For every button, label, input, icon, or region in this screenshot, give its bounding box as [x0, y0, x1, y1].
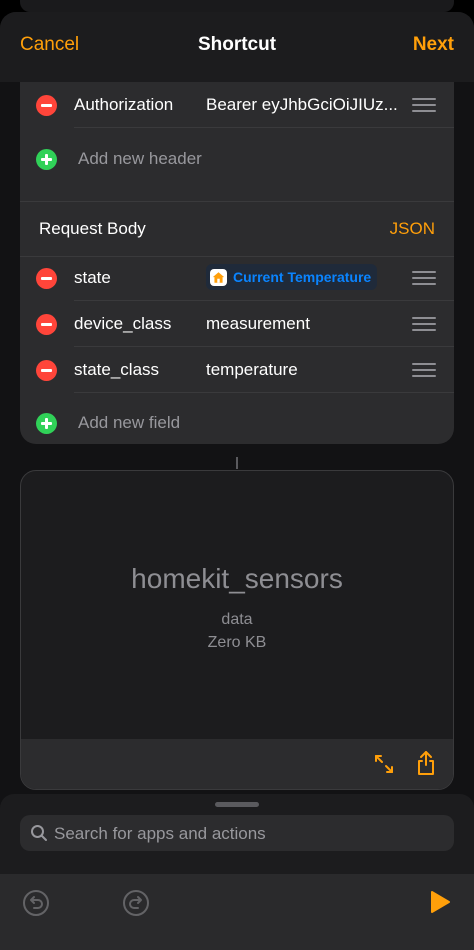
request-body-type-selector[interactable]: JSON — [390, 219, 435, 239]
output-file-type: data — [221, 611, 253, 628]
action-search-panel: Search for apps and actions — [0, 794, 474, 950]
share-icon[interactable] — [415, 750, 437, 781]
drag-handle-icon[interactable] — [412, 98, 436, 112]
drag-handle-icon[interactable] — [412, 363, 436, 377]
next-button[interactable]: Next — [413, 34, 454, 56]
output-preview-card[interactable]: homekit_sensors data Zero KB — [20, 470, 454, 790]
field-value[interactable]: temperature — [206, 360, 298, 380]
search-placeholder: Search for apps and actions — [54, 824, 266, 843]
page-title: Shortcut — [197, 34, 277, 55]
play-icon[interactable] — [428, 889, 452, 920]
remove-field-button[interactable] — [36, 268, 57, 289]
background-sheet-edge — [20, 0, 454, 12]
remove-field-button[interactable] — [36, 360, 57, 381]
field-key[interactable]: state — [74, 268, 111, 288]
output-file-name: homekit_sensors — [131, 563, 343, 594]
body-field-row-state-class: state_class temperature — [20, 347, 454, 393]
variable-token[interactable]: Current Temperature — [206, 264, 378, 290]
get-contents-of-url-action-card: Authorization Bearer eyJhbGciOiJIUz... A… — [20, 82, 454, 444]
sheet-grabber[interactable] — [215, 802, 259, 807]
field-value[interactable]: measurement — [206, 314, 310, 334]
remove-field-button[interactable] — [36, 314, 57, 335]
home-icon — [210, 268, 227, 286]
undo-icon[interactable] — [22, 889, 50, 922]
redo-icon[interactable] — [122, 889, 150, 922]
header-row-authorization: Authorization Bearer eyJhbGciOiJIUz... — [20, 82, 454, 128]
add-field-button[interactable] — [36, 413, 57, 434]
body-field-row-device-class: device_class measurement — [20, 301, 454, 347]
add-new-header-label[interactable]: Add new header — [78, 149, 202, 169]
request-body-section: Request Body JSON — [20, 201, 454, 257]
add-new-header-row[interactable]: Add new header — [20, 136, 454, 182]
drag-handle-icon[interactable] — [412, 317, 436, 331]
field-key[interactable]: state_class — [74, 360, 159, 380]
add-new-field-row[interactable]: Add new field — [20, 400, 454, 444]
add-header-button[interactable] — [36, 149, 57, 170]
drag-handle-icon[interactable] — [412, 271, 436, 285]
request-body-label: Request Body — [39, 219, 146, 238]
header-value-field[interactable]: Bearer eyJhbGciOiJIUz... — [206, 95, 398, 115]
search-input[interactable]: Search for apps and actions — [20, 815, 454, 851]
editor-toolbar — [0, 874, 474, 950]
shortcut-editor-sheet: Cancel Shortcut Next Authorization Beare… — [0, 12, 474, 950]
remove-header-button[interactable] — [36, 95, 57, 116]
navigation-bar: Cancel Shortcut Next — [0, 12, 474, 82]
body-field-row-state: state Current Temperature — [20, 255, 454, 301]
field-key[interactable]: device_class — [74, 314, 171, 334]
expand-arrows-icon[interactable] — [373, 753, 395, 780]
header-key-field[interactable]: Authorization — [74, 95, 173, 115]
add-new-field-label[interactable]: Add new field — [78, 413, 180, 433]
search-icon — [30, 824, 48, 847]
output-file-size: Zero KB — [207, 634, 267, 651]
action-connector — [236, 457, 238, 469]
preview-toolbar — [21, 739, 453, 789]
variable-token-label: Current Temperature — [233, 269, 372, 285]
